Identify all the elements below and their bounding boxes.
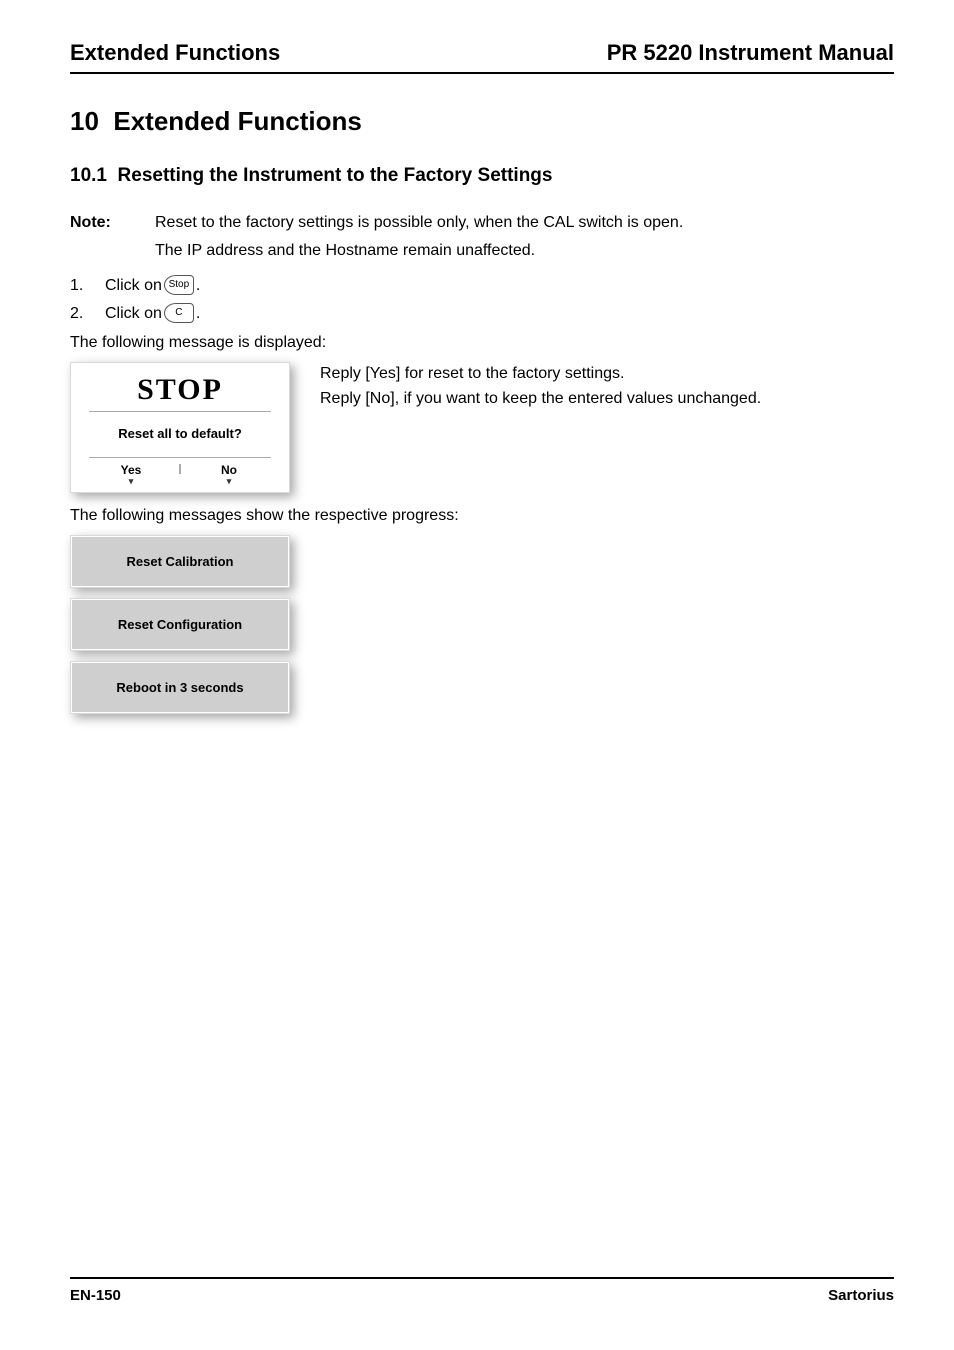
step-2: 2. Click on C .	[70, 304, 894, 324]
message-intro: The following message is displayed:	[70, 334, 894, 352]
section-title: Extended Functions	[113, 106, 361, 136]
step-suffix: .	[196, 277, 200, 295]
no-button-label: No	[221, 463, 237, 477]
step-number: 2.	[70, 305, 105, 323]
reply-instructions: Reply [Yes] for reset to the factory set…	[320, 362, 894, 412]
header-right: PR 5220 Instrument Manual	[607, 40, 894, 66]
note-label: Note:	[70, 211, 155, 236]
stop-dialog: STOP Reset all to default? Yes ▾ No ▾	[70, 362, 290, 493]
subsection-title: Resetting the Instrument to the Factory …	[118, 165, 553, 186]
chevron-down-icon: ▾	[83, 477, 179, 486]
step-prefix: Click on	[105, 277, 162, 295]
no-button[interactable]: No ▾	[181, 464, 277, 486]
subsection-heading: 10.1 Resetting the Instrument to the Fac…	[70, 165, 894, 187]
yes-button-label: Yes	[121, 463, 142, 477]
header-left: Extended Functions	[70, 40, 280, 66]
yes-button[interactable]: Yes ▾	[83, 464, 179, 486]
c-key-icon: C	[164, 303, 194, 323]
stop-dialog-question: Reset all to default?	[89, 412, 271, 458]
progress-message: Reset Configuration	[70, 598, 290, 651]
step-1: 1. Click on Stop .	[70, 276, 894, 296]
progress-message: Reboot in 3 seconds	[70, 661, 290, 714]
progress-message: Reset Calibration	[70, 535, 290, 588]
step-number: 1.	[70, 277, 105, 295]
page-footer: EN-150 Sartorius	[70, 1277, 894, 1304]
section-number: 10	[70, 106, 99, 136]
note-line-2: The IP address and the Hostname remain u…	[155, 242, 894, 260]
reply-yes-text: Reply [Yes] for reset to the factory set…	[320, 362, 894, 387]
footer-brand: Sartorius	[828, 1287, 894, 1304]
chevron-down-icon: ▾	[181, 477, 277, 486]
stop-dialog-title: STOP	[89, 373, 271, 412]
reply-no-text: Reply [No], if you want to keep the ente…	[320, 387, 894, 412]
stop-key-icon: Stop	[164, 275, 194, 295]
note-line-1: Reset to the factory settings is possibl…	[155, 211, 894, 236]
footer-page-number: EN-150	[70, 1287, 121, 1304]
subsection-number: 10.1	[70, 165, 107, 186]
step-prefix: Click on	[105, 305, 162, 323]
page-header: Extended Functions PR 5220 Instrument Ma…	[70, 40, 894, 74]
progress-intro: The following messages show the respecti…	[70, 507, 894, 525]
step-suffix: .	[196, 305, 200, 323]
note-block: Note: Reset to the factory settings is p…	[70, 211, 894, 236]
section-heading: 10 Extended Functions	[70, 106, 894, 137]
